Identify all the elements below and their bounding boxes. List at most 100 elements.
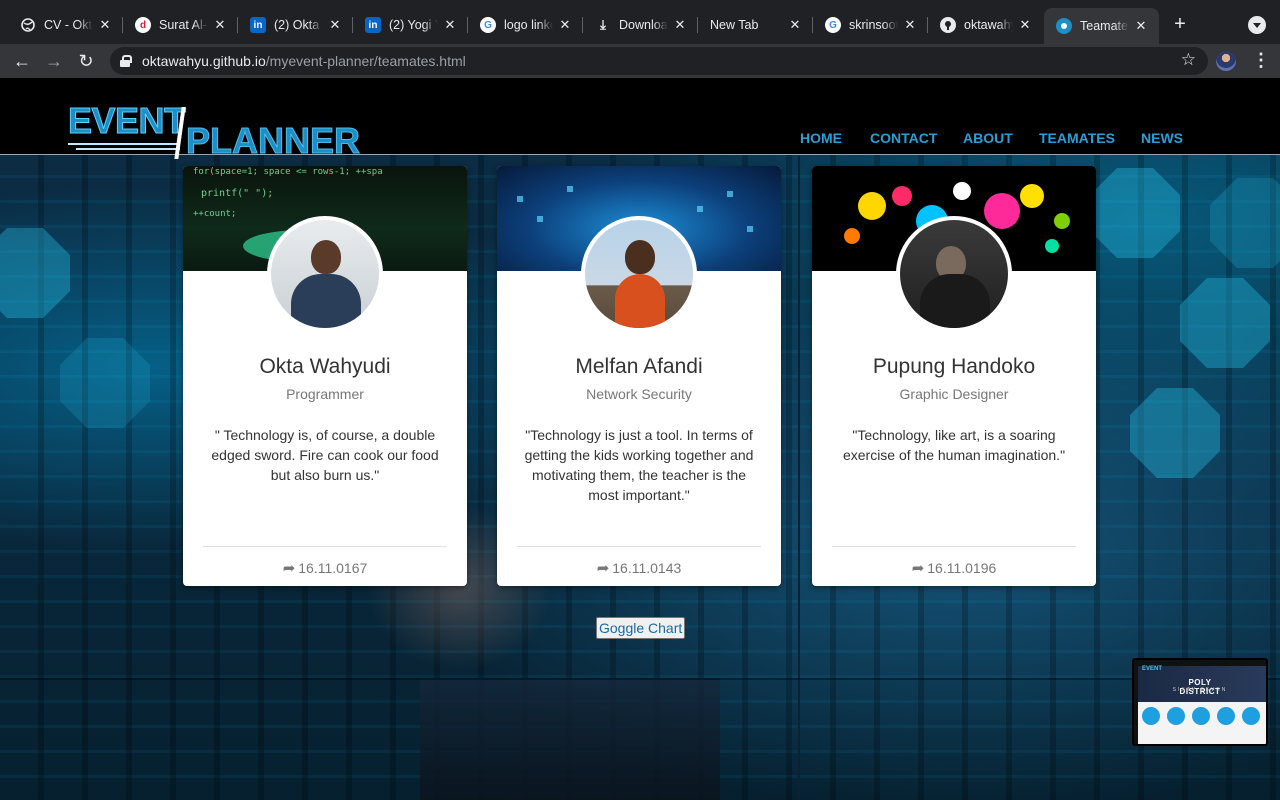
avatar-body bbox=[291, 274, 361, 328]
browser-tab[interactable]: ⤓ Downloads ✕ bbox=[583, 8, 698, 42]
hexagon-decoration bbox=[1180, 278, 1270, 368]
browser-tab[interactable]: G logo linkedin ✕ bbox=[468, 8, 583, 42]
tab-title: Surat Al-Kahfi bbox=[159, 18, 208, 32]
download-icon: ⤓ bbox=[600, 17, 606, 32]
reload-icon[interactable]: ↻ bbox=[74, 49, 98, 73]
member-role: Graphic Designer bbox=[899, 386, 1009, 402]
linkedin-icon: in bbox=[250, 17, 266, 33]
browser-tab-strip: CV - Okta Wahyudi ✕ d Surat Al-Kahfi ✕ i… bbox=[0, 0, 1280, 44]
site-header: EVENT PLANNER HOME CONTACT ABOUT TEAMATE… bbox=[0, 78, 1280, 159]
bookmark-star-icon[interactable]: ☆ bbox=[1181, 50, 1196, 70]
thumbnail-icon bbox=[1142, 707, 1160, 725]
member-id-text: 16.11.0143 bbox=[612, 560, 682, 576]
lock-icon bbox=[120, 55, 132, 67]
member-id: ➦ 16.11.0167 bbox=[183, 559, 467, 577]
thumbnail-icon bbox=[1242, 707, 1260, 725]
member-id-text: 16.11.0196 bbox=[927, 560, 997, 576]
github-icon bbox=[940, 17, 956, 33]
tab-title: Downloads bbox=[619, 18, 668, 32]
browser-tab[interactable]: in (2) Okta Wahyudi | LinkedIn ✕ bbox=[238, 8, 353, 42]
tab-title: (2) Yogi Yoyo | LinkedIn bbox=[389, 18, 438, 32]
web-page: EVENT PLANNER HOME CONTACT ABOUT TEAMATE… bbox=[0, 78, 1280, 800]
team-card: Melfan Afandi Network Security "Technolo… bbox=[497, 166, 781, 586]
browser-tab[interactable]: oktawahyu ✕ bbox=[928, 8, 1043, 42]
close-icon[interactable]: ✕ bbox=[212, 17, 228, 33]
tab-title: logo linkedin bbox=[504, 18, 553, 32]
avatar-body bbox=[615, 274, 665, 328]
tab-title: skrinsoot bbox=[849, 18, 898, 32]
nav-news[interactable]: NEWS bbox=[1141, 130, 1183, 146]
floating-preview-thumbnail[interactable]: EVENT POLY DISTRICT SIXTY SEVEN bbox=[1132, 658, 1268, 746]
logo-text-event: EVENT bbox=[68, 100, 187, 141]
globe-icon bbox=[20, 17, 36, 33]
logo-text-planner: PLANNER bbox=[185, 120, 361, 161]
avatar-head bbox=[625, 240, 655, 274]
site-logo[interactable]: EVENT PLANNER bbox=[68, 100, 368, 159]
thumbnail-icon bbox=[1192, 707, 1210, 725]
member-quote: " Technology is, of course, a double edg… bbox=[211, 427, 439, 483]
browser-tab[interactable]: New Tab ✕ bbox=[698, 8, 813, 42]
member-name: Okta Wahyudi bbox=[259, 355, 391, 378]
google-icon: G bbox=[825, 17, 841, 33]
member-name: Melfan Afandi bbox=[575, 355, 703, 378]
url-host: oktawahyu.github.io bbox=[142, 53, 266, 69]
thumbnail-icon bbox=[1217, 707, 1235, 725]
forward-arrow-icon[interactable]: → bbox=[42, 49, 66, 73]
google-chart-button[interactable]: Goggle Chart bbox=[596, 617, 686, 639]
close-icon[interactable]: ✕ bbox=[97, 17, 113, 33]
new-tab-button[interactable]: + bbox=[1168, 12, 1192, 36]
close-icon[interactable]: ✕ bbox=[327, 17, 343, 33]
nav-contact[interactable]: CONTACT bbox=[870, 130, 937, 146]
close-icon[interactable]: ✕ bbox=[902, 17, 918, 33]
divider bbox=[203, 546, 447, 547]
d-logo-icon: d bbox=[135, 17, 151, 33]
logo-underline bbox=[76, 148, 180, 150]
close-icon[interactable]: ✕ bbox=[557, 17, 573, 33]
hexagon-decoration bbox=[1130, 388, 1220, 478]
tab-title: (2) Okta Wahyudi | LinkedIn bbox=[274, 18, 323, 32]
browser-tab[interactable]: CV - Okta Wahyudi ✕ bbox=[8, 8, 123, 42]
share-icon[interactable]: ➦ bbox=[912, 559, 925, 577]
team-card: Pupung Handoko Graphic Designer "Technol… bbox=[812, 166, 1096, 586]
suit-decoration bbox=[420, 678, 720, 800]
linkedin-icon: in bbox=[365, 17, 381, 33]
close-icon[interactable]: ✕ bbox=[1017, 17, 1033, 33]
share-icon[interactable]: ➦ bbox=[283, 559, 296, 577]
url-path: /myevent-planner/teamates.html bbox=[265, 53, 466, 69]
thumbnail-icon bbox=[1167, 707, 1185, 725]
browser-tab[interactable]: G skrinsoot ✕ bbox=[813, 8, 928, 42]
member-quote: "Technology is just a tool. In terms of … bbox=[524, 427, 754, 503]
nav-home[interactable]: HOME bbox=[800, 130, 842, 146]
share-icon[interactable]: ➦ bbox=[597, 559, 610, 577]
nav-teamates[interactable]: TEAMATES bbox=[1039, 130, 1115, 146]
svg-text:for(space=1; space <= rows-1;: for(space=1; space <= rows-1; ++spa bbox=[193, 167, 383, 177]
close-icon[interactable]: ✕ bbox=[1133, 18, 1149, 34]
hexagon-decoration bbox=[1090, 168, 1180, 258]
tab-search-button[interactable] bbox=[1248, 16, 1266, 34]
close-icon[interactable]: ✕ bbox=[787, 17, 803, 33]
divider bbox=[832, 546, 1076, 547]
team-card: for(space=1; space <= rows-1; ++spa print… bbox=[183, 166, 467, 586]
browser-tab[interactable]: in (2) Yogi Yoyo | LinkedIn ✕ bbox=[353, 8, 468, 42]
background-seam bbox=[0, 678, 1280, 680]
hexagon-decoration bbox=[60, 338, 150, 428]
profile-avatar[interactable] bbox=[1216, 51, 1236, 71]
thumbnail-subtitle: SIXTY SEVEN bbox=[1172, 687, 1228, 693]
close-icon[interactable]: ✕ bbox=[442, 17, 458, 33]
browser-tab-active[interactable]: Teamates ✕ bbox=[1044, 8, 1159, 44]
browser-toolbar: ← → ↻ oktawahyu.github.io/myevent-planne… bbox=[0, 44, 1280, 78]
member-id-text: 16.11.0167 bbox=[298, 560, 368, 576]
nav-about[interactable]: ABOUT bbox=[963, 130, 1013, 146]
tab-title: CV - Okta Wahyudi bbox=[44, 18, 93, 32]
browser-tab[interactable]: d Surat Al-Kahfi ✕ bbox=[123, 8, 238, 42]
address-bar[interactable]: oktawahyu.github.io/myevent-planner/team… bbox=[110, 47, 1208, 75]
member-quote: "Technology, like art, is a soaring exer… bbox=[842, 427, 1066, 463]
svg-text:++count;: ++count; bbox=[193, 209, 236, 219]
close-icon[interactable]: ✕ bbox=[672, 17, 688, 33]
browser-menu-icon[interactable]: ⋮ bbox=[1252, 49, 1270, 73]
avatar-body bbox=[920, 274, 990, 328]
back-arrow-icon[interactable]: ← bbox=[10, 49, 34, 73]
site-icon bbox=[1056, 18, 1072, 34]
tab-title: Teamates bbox=[1080, 19, 1129, 33]
background-seam bbox=[798, 156, 800, 800]
